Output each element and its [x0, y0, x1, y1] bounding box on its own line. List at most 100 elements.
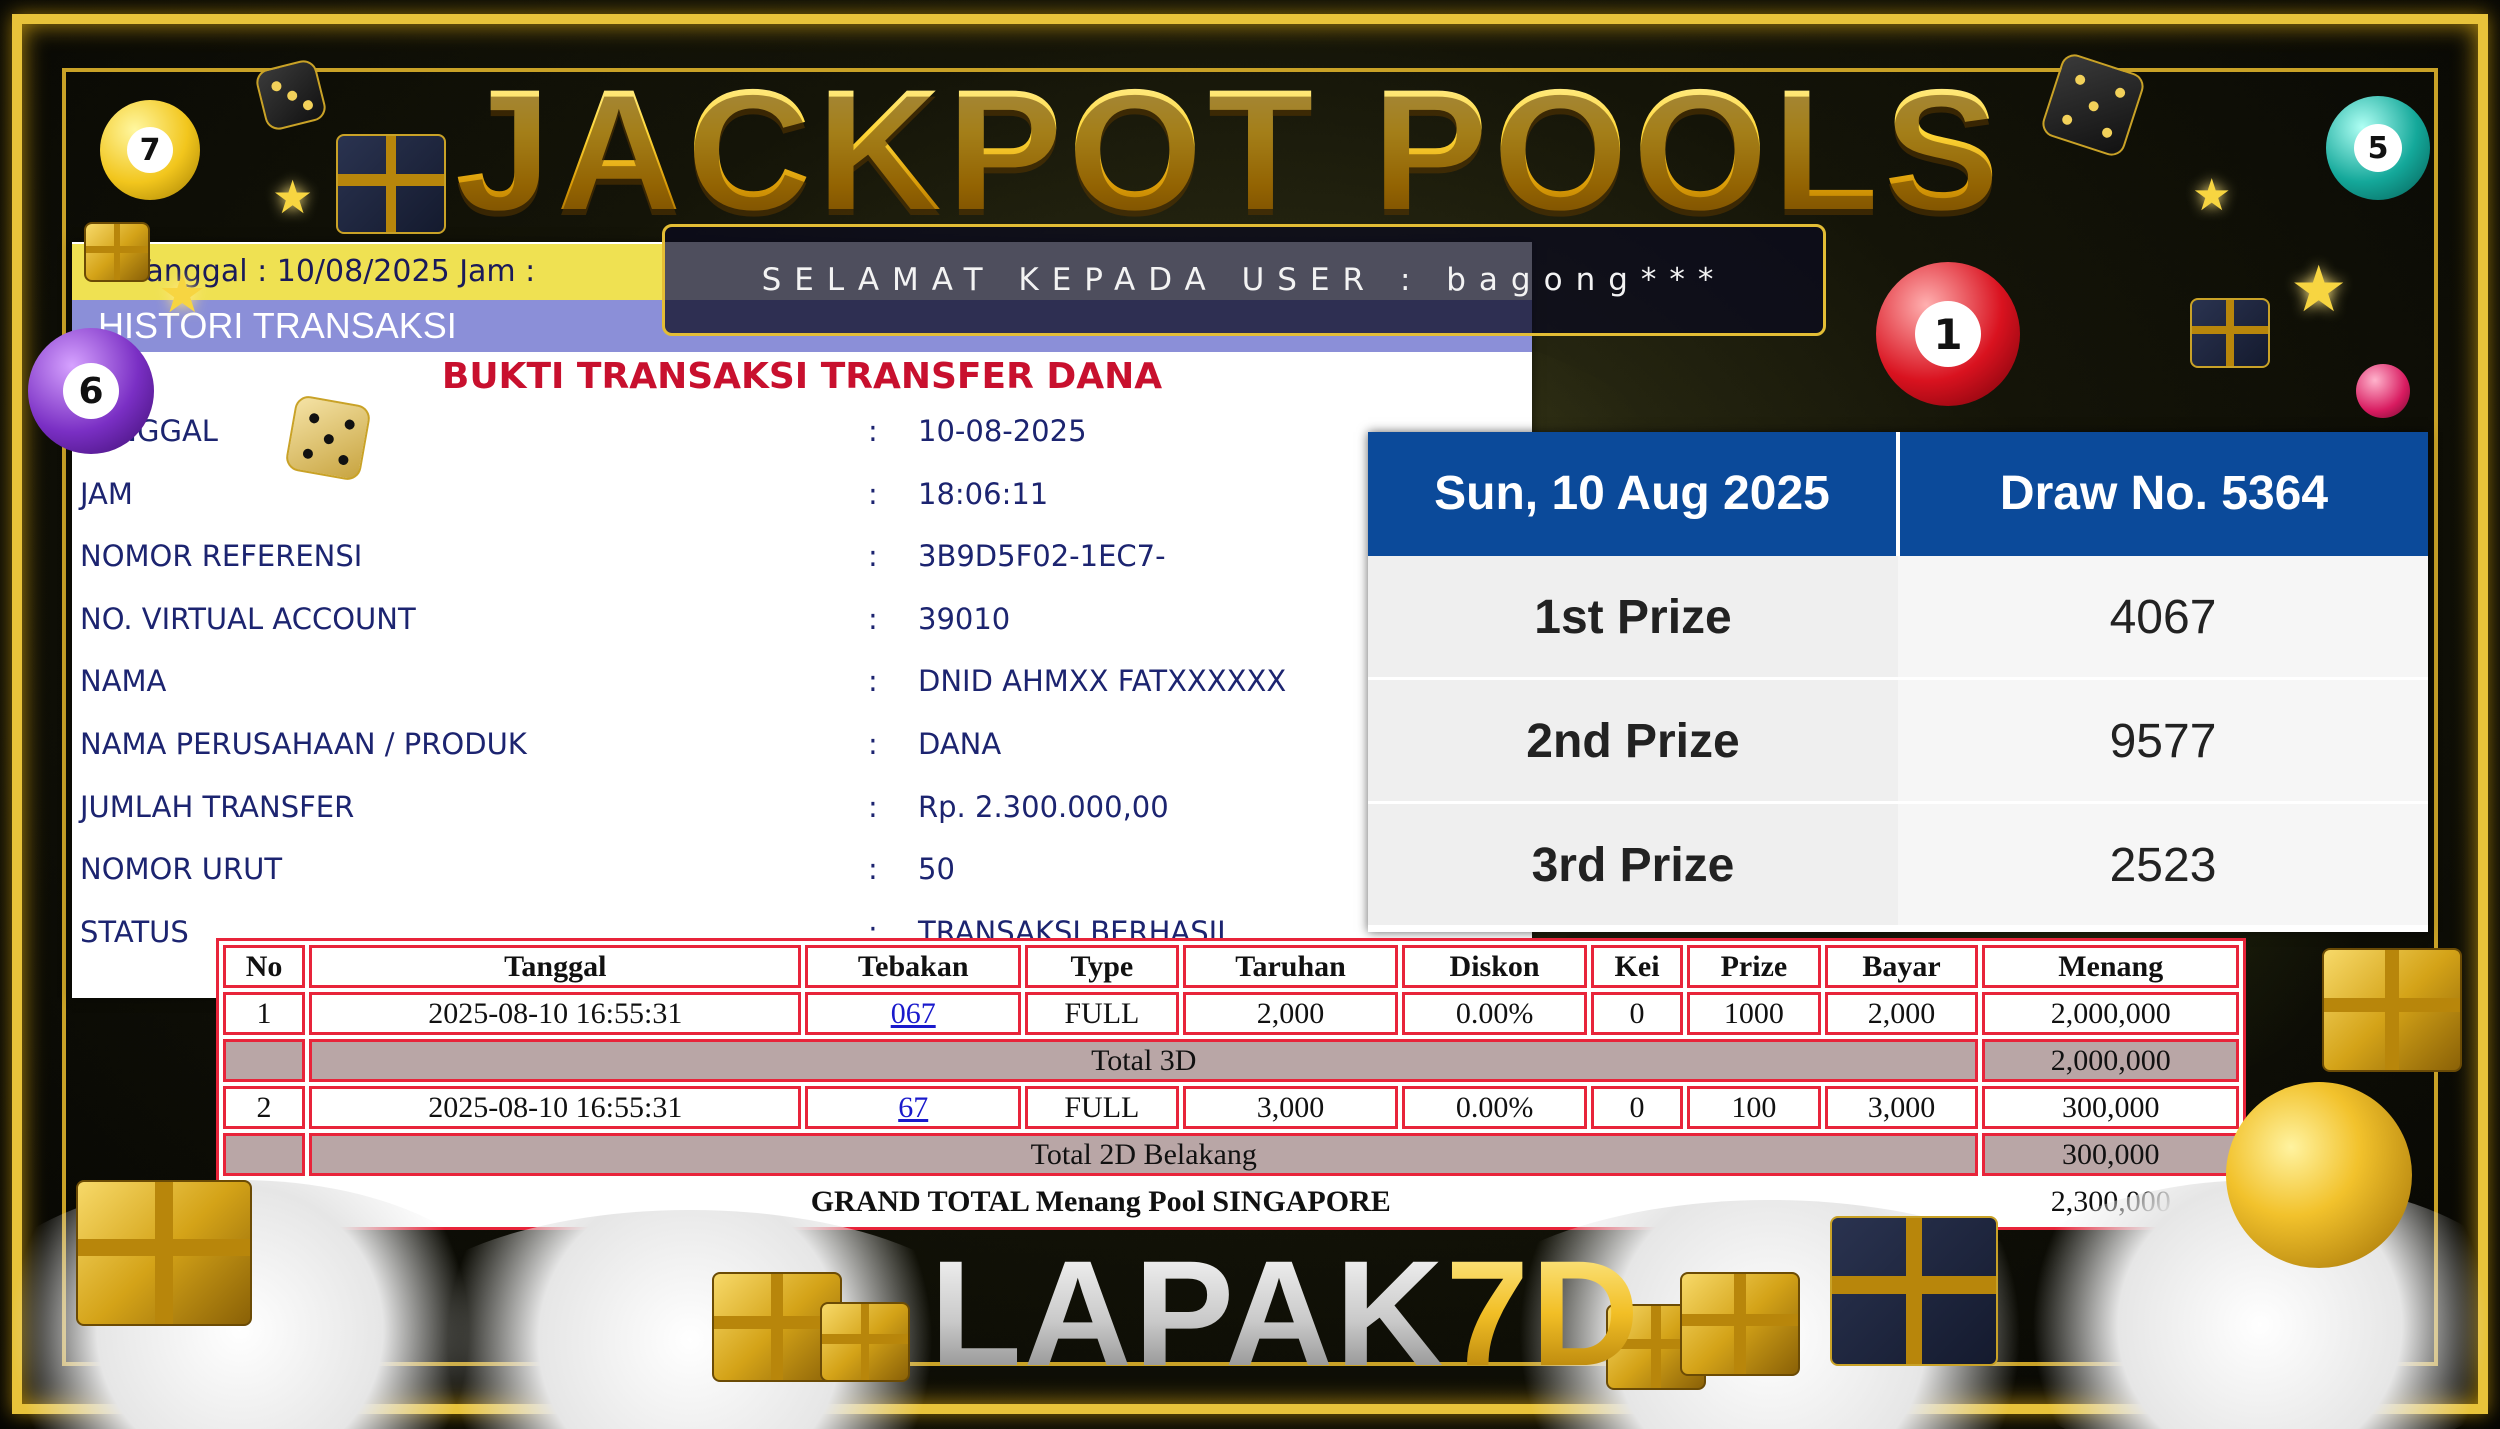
star-icon: ★: [272, 171, 314, 223]
gift-box-icon: [76, 1180, 252, 1326]
gift-box-icon: [2322, 948, 2462, 1072]
prize-label: 3rd Prize: [1368, 804, 1898, 925]
lottery-ball-icon: 1: [1876, 262, 2020, 406]
field-label: NAMA PERUSAHAAN / PRODUK: [80, 726, 527, 761]
lottery-ball-icon: 6: [28, 328, 154, 454]
gift-box-icon: [84, 222, 150, 282]
field-colon: :: [868, 601, 878, 636]
col-header: Bayar: [1824, 945, 1979, 988]
gift-box-icon: [820, 1302, 910, 1382]
logo-number: 7D: [1445, 1229, 1642, 1397]
star-icon: ★: [2290, 253, 2348, 325]
field-colon: :: [868, 476, 878, 511]
bet-row: 1 2025-08-10 16:55:31 067 FULL 2,000 0.0…: [223, 992, 2239, 1035]
subtotal-value: 300,000: [1982, 1133, 2239, 1176]
field-colon: :: [868, 664, 878, 699]
star-icon: ★: [158, 264, 207, 324]
prize-label: 1st Prize: [1368, 556, 1898, 677]
dice-icon: [283, 393, 373, 483]
field-value: Rp. 2.300.000,00: [918, 789, 1169, 824]
cell-no: 1: [223, 992, 306, 1035]
receipt-field: NAMA PERUSAHAAN / PRODUK: DANA: [80, 713, 1380, 776]
cell-type: FULL: [1024, 992, 1179, 1035]
col-header: Prize: [1687, 945, 1821, 988]
draw-number: Draw No. 5364: [1999, 467, 2329, 520]
col-header: Kei: [1590, 945, 1684, 988]
cell-bayar: 3,000: [1824, 1086, 1979, 1129]
cell-tanggal: 2025-08-10 16:55:31: [309, 992, 802, 1035]
field-value: 3B9D5F02-1EC7-: [918, 539, 1166, 574]
col-header: Taruhan: [1182, 945, 1399, 988]
ball-number: 6: [63, 363, 119, 419]
subtotal-row: Total 3D 2,000,000: [223, 1039, 2239, 1082]
receipt-heading: BUKTI TRANSAKSI TRANSFER DANA: [441, 356, 1163, 397]
receipt-field: JAM: 18:06:11: [80, 463, 1380, 526]
gold-coin-icon: [2226, 1082, 2412, 1268]
col-header: Type: [1024, 945, 1179, 988]
field-label: NAMA: [80, 664, 167, 699]
col-header: Diskon: [1402, 945, 1587, 988]
cell-prize: 100: [1687, 1086, 1821, 1129]
prize-row: 2nd Prize 9577: [1368, 680, 2428, 804]
field-colon: :: [868, 789, 878, 824]
cell-prize: 1000: [1687, 992, 1821, 1035]
ball-number: 7: [127, 127, 173, 173]
cell-tebakan: 67: [805, 1086, 1021, 1129]
field-label: NOMOR REFERENSI: [80, 539, 363, 574]
star-icon: ★: [2192, 171, 2232, 220]
prize-label: 2nd Prize: [1368, 680, 1898, 801]
field-value: DNID AHMXX FATXXXXXX: [918, 664, 1287, 699]
cell-empty: [223, 1133, 306, 1176]
logo-text: LAPAK: [930, 1229, 1446, 1397]
prize-number: 9577: [1898, 680, 2428, 801]
bet-row: 2 2025-08-10 16:55:31 67 FULL 3,000 0.00…: [223, 1086, 2239, 1129]
receipt-fields: TANGGAL:10-08-2025 JAM:18:06:11 NOMOR RE…: [80, 400, 1380, 963]
cell-diskon: 0.00%: [1402, 992, 1587, 1035]
ball-number: 1: [1915, 301, 1981, 367]
field-label: NO. VIRTUAL ACCOUNT: [80, 601, 416, 636]
subtotal-label: Total 3D: [309, 1039, 1979, 1082]
receipt-field: TANGGAL:10-08-2025: [80, 400, 1380, 463]
field-value: 39010: [918, 601, 1011, 636]
receipt-field: NAMA: DNID AHMXX FATXXXXXX: [80, 650, 1380, 713]
field-colon: :: [868, 539, 878, 574]
cell-menang: 300,000: [1982, 1086, 2239, 1129]
receipt-field: JUMLAH TRANSFER: Rp. 2.300.000,00: [80, 776, 1380, 839]
cell-taruhan: 3,000: [1182, 1086, 1399, 1129]
bet-table-header: No Tanggal Tebakan Type Taruhan Diskon K…: [223, 945, 2239, 988]
cell-taruhan: 2,000: [1182, 992, 1399, 1035]
field-value: 10-08-2025: [918, 414, 1087, 448]
prize-number: 4067: [1898, 556, 2428, 677]
field-colon: :: [868, 726, 878, 761]
field-value: 50: [918, 852, 955, 887]
cell-tebakan: 067: [805, 992, 1021, 1035]
receipt-field: NO. VIRTUAL ACCOUNT: 39010: [80, 588, 1380, 651]
gift-box-icon: [2190, 298, 2270, 368]
col-header: Tanggal: [309, 945, 802, 988]
prize-row: 3rd Prize 2523: [1368, 804, 2428, 928]
tebakan-link[interactable]: 67: [898, 1091, 928, 1124]
cell-diskon: 0.00%: [1402, 1086, 1587, 1129]
field-label: JUMLAH TRANSFER: [80, 789, 355, 824]
field-colon: :: [868, 414, 878, 448]
gift-box-icon: [1680, 1272, 1800, 1376]
cell-menang: 2,000,000: [1982, 992, 2239, 1035]
bet-history-table: No Tanggal Tebakan Type Taruhan Diskon K…: [216, 938, 2246, 1230]
lottery-ball-icon: 5: [2326, 96, 2430, 200]
receipt-field: NOMOR REFERENSI: 3B9D5F02-1EC7-: [80, 525, 1380, 588]
field-colon: :: [868, 852, 878, 887]
cell-tanggal: 2025-08-10 16:55:31: [309, 1086, 802, 1129]
prize-number: 2523: [1898, 804, 2428, 925]
gift-box-icon: [336, 134, 446, 234]
draw-date: Sun, 10 Aug 2025: [1368, 432, 1900, 556]
draw-results-table: Sun, 10 Aug 2025 Draw No. 5364 1st Prize…: [1368, 432, 2428, 932]
tebakan-link[interactable]: 067: [891, 997, 936, 1030]
col-header: Tebakan: [805, 945, 1021, 988]
field-value: DANA: [918, 726, 1002, 761]
field-label: NOMOR URUT: [80, 852, 283, 887]
col-header: Menang: [1982, 945, 2239, 988]
lottery-ball-icon: 7: [100, 100, 200, 200]
subtotal-row: Total 2D Belakang 300,000: [223, 1133, 2239, 1176]
subtotal-label: Total 2D Belakang: [309, 1133, 1979, 1176]
cell-type: FULL: [1024, 1086, 1179, 1129]
